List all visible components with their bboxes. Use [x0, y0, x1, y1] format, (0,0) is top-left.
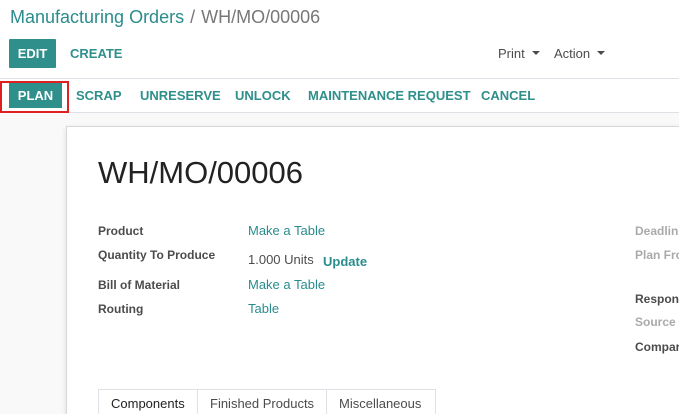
print-dropdown-label: Print — [498, 46, 525, 61]
bill-of-material-value-link[interactable]: Make a Table — [248, 277, 325, 292]
caret-down-icon — [531, 50, 540, 55]
deadline-label: Deadlin — [635, 224, 679, 238]
routing-label: Routing — [98, 302, 144, 316]
quantity-to-produce-label: Quantity To Produce — [98, 248, 216, 262]
create-button[interactable]: CREATE — [70, 39, 122, 68]
unreserve-button[interactable]: UNRESERVE — [140, 83, 221, 108]
responsible-label: Respon — [635, 292, 679, 306]
caret-down-icon — [597, 50, 606, 55]
control-panel: Manufacturing Orders / WH/MO/00006 EDIT CR… — [0, 0, 679, 79]
plan-from-label: Plan Fro — [635, 248, 679, 262]
maintenance-request-button[interactable]: MAINTENANCE REQUEST — [308, 83, 471, 108]
breadcrumb-separator: / — [190, 7, 196, 27]
breadcrumb-current: WH/MO/00006 — [201, 7, 321, 27]
routing-value-link[interactable]: Table — [248, 301, 279, 316]
update-quantity-button[interactable]: Update — [323, 254, 367, 269]
product-label: Product — [98, 224, 144, 238]
scrap-button[interactable]: SCRAP — [76, 83, 122, 108]
breadcrumb: Manufacturing Orders / WH/MO/00006 — [10, 6, 320, 28]
action-dropdown[interactable]: Action — [554, 39, 606, 68]
product-value-link[interactable]: Make a Table — [248, 223, 325, 238]
cancel-button[interactable]: CANCEL — [481, 83, 535, 108]
record-title: WH/MO/00006 — [98, 155, 304, 190]
plan-button-highlight — [0, 81, 69, 113]
quantity-to-produce-value: 1.000 Units — [248, 252, 314, 267]
unlock-button[interactable]: UNLOCK — [235, 83, 291, 108]
action-dropdown-label: Action — [554, 46, 591, 61]
breadcrumb-parent-link[interactable]: Manufacturing Orders — [10, 7, 184, 27]
tab-finished-products[interactable]: Finished Products — [197, 389, 327, 414]
edit-button[interactable]: EDIT — [9, 39, 56, 68]
company-label: Compar — [635, 340, 679, 354]
tab-components[interactable]: Components — [98, 389, 198, 414]
manufacturing-order-form-page: Manufacturing Orders / WH/MO/00006 EDIT CR… — [0, 0, 679, 414]
bill-of-material-label: Bill of Material — [98, 278, 181, 292]
print-dropdown[interactable]: Print — [498, 39, 540, 68]
source-label: Source — [635, 315, 676, 329]
statusbar: PLAN SCRAP UNRESERVE UNLOCK MAINTENANCE … — [0, 79, 679, 113]
tab-miscellaneous[interactable]: Miscellaneous — [326, 389, 436, 414]
